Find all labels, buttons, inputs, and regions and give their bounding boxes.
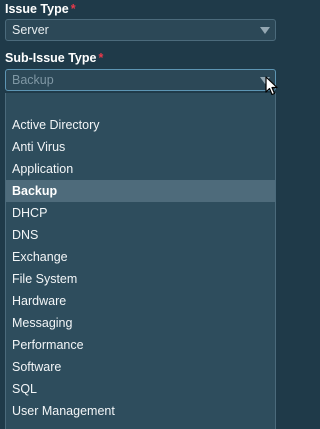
dropdown-option[interactable]: File System: [6, 268, 275, 290]
dropdown-option[interactable]: User Management: [6, 400, 275, 422]
issue-type-select[interactable]: Server: [5, 19, 276, 41]
required-asterisk: *: [98, 51, 104, 65]
issue-type-label-text: Issue Type: [5, 2, 69, 16]
issue-type-label: Issue Type *: [5, 2, 76, 16]
issue-type-value: Server: [12, 23, 49, 37]
dropdown-option[interactable]: Exchange: [6, 246, 275, 268]
dropdown-option[interactable]: Messaging: [6, 312, 275, 334]
dropdown-option[interactable]: DNS: [6, 224, 275, 246]
dropdown-option[interactable]: Software: [6, 356, 275, 378]
dropdown-option[interactable]: Performance: [6, 334, 275, 356]
mouse-cursor-icon: [265, 76, 278, 96]
caret-down-icon[interactable]: [260, 27, 270, 34]
sub-issue-type-value: Backup: [12, 73, 54, 87]
dropdown-option[interactable]: Backup: [6, 180, 275, 202]
dropdown-option[interactable]: Anti Virus: [6, 136, 275, 158]
dropdown-option[interactable]: Application: [6, 158, 275, 180]
dropdown-option[interactable]: DHCP: [6, 202, 275, 224]
sub-issue-type-label: Sub-Issue Type *: [5, 51, 103, 65]
required-asterisk: *: [70, 2, 76, 16]
dropdown-option[interactable]: Active Directory: [6, 114, 275, 136]
sub-issue-type-label-text: Sub-Issue Type: [5, 51, 97, 65]
sub-issue-type-dropdown: Active Directory Anti Virus Application Bac…: [5, 93, 276, 429]
dropdown-option[interactable]: Hardware: [6, 290, 275, 312]
sub-issue-type-select[interactable]: Backup: [5, 69, 276, 91]
dropdown-option[interactable]: SQL: [6, 378, 275, 400]
